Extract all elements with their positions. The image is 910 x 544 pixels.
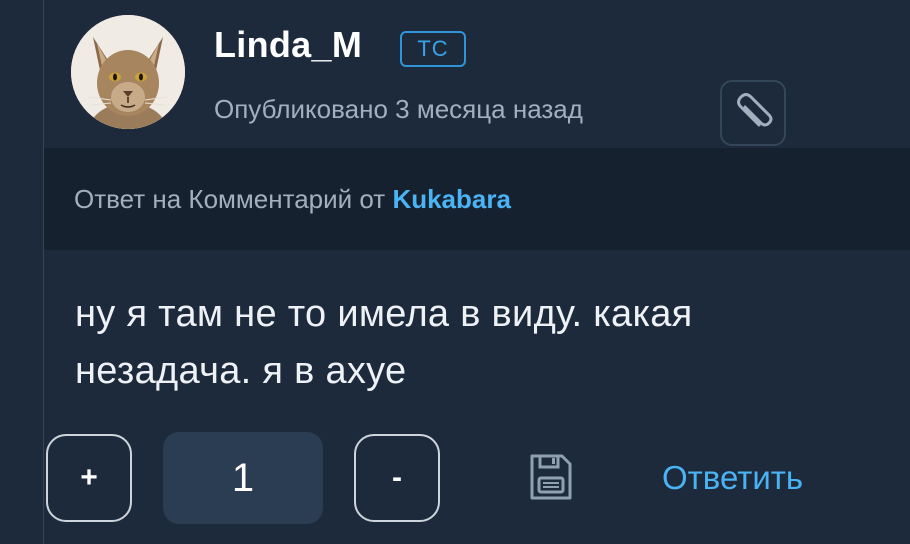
paperclip-icon <box>737 93 773 127</box>
reply-context-bar: Ответ на Комментарий от Kukabara <box>44 148 910 250</box>
reply-context-text: Ответ на Комментарий от Kukabara <box>74 184 511 215</box>
floppy-disk-icon <box>530 454 572 500</box>
reply-prefix: Ответ на Комментарий от <box>74 184 386 214</box>
vote-count: 1 <box>163 432 323 524</box>
downvote-button[interactable]: - <box>354 434 440 522</box>
user-avatar[interactable] <box>71 15 185 129</box>
reply-author-link[interactable]: Kukabara <box>392 184 511 214</box>
author-badge: ТС <box>400 31 466 67</box>
save-button[interactable] <box>526 452 576 502</box>
username[interactable]: Linda_M <box>214 24 362 66</box>
comment-body: ну я там не то имела в виду. какая незад… <box>75 293 693 392</box>
attach-button[interactable] <box>720 80 786 146</box>
upvote-button[interactable]: + <box>46 434 132 522</box>
reply-button[interactable]: Ответить <box>662 459 803 497</box>
published-time: Опубликовано 3 месяца назад <box>214 94 583 124</box>
cat-avatar-icon <box>71 15 185 129</box>
thread-rail <box>43 0 44 544</box>
